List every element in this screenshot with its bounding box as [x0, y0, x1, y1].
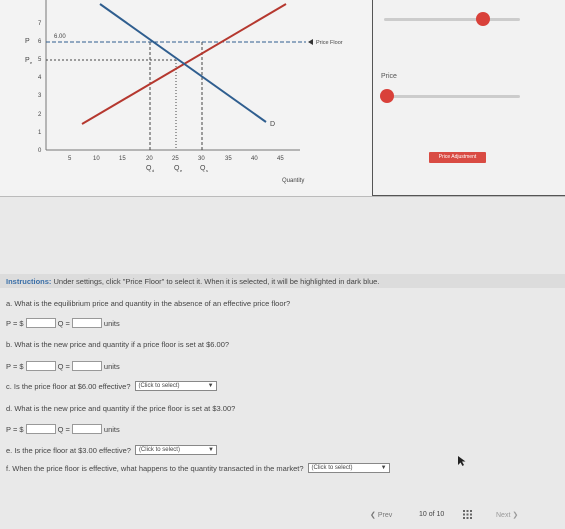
price-slider-track[interactable] [384, 95, 520, 98]
question-c-row: c. Is the price floor at $6.00 effective… [6, 381, 217, 391]
select-value: (Click to select) [138, 383, 180, 389]
qs-subscript: s [206, 168, 208, 173]
graph-svg: 7 6 5 4 3 2 1 0 P P e 5 10 15 20 25 30 3… [25, 0, 343, 184]
question-f-row: f. When the price floor is effective, wh… [6, 463, 390, 473]
question-c: c. Is the price floor at $6.00 effective… [6, 381, 131, 391]
price-slider-label: Price [381, 73, 397, 80]
y-tick: 4 [38, 75, 42, 81]
qe-subscript: e [180, 168, 183, 173]
x-tick: 10 [93, 156, 100, 162]
question-e: e. Is the price floor at $3.00 effective… [6, 445, 131, 455]
chevron-down-icon: ▼ [207, 447, 214, 453]
supply-demand-graph[interactable]: 7 6 5 4 3 2 1 0 P P e 5 10 15 20 25 30 3… [0, 0, 370, 196]
answer-row-d: P = $ Q = units [6, 424, 120, 434]
quantity-input-a[interactable] [71, 318, 102, 328]
mouse-cursor-icon [458, 456, 466, 466]
next-button[interactable]: Next ❯ [496, 511, 518, 519]
demand-curve[interactable] [99, 3, 267, 123]
units-label: units [103, 318, 120, 328]
price-input-d[interactable] [25, 424, 56, 434]
quantity-answer-label: Q = [57, 318, 70, 328]
chevron-down-icon: ▼ [207, 383, 214, 389]
next-label: Next [496, 512, 511, 519]
x-tick: 25 [172, 156, 179, 162]
quantity-change-select-f[interactable]: (Click to select) ▼ [307, 463, 390, 473]
y-tick: 7 [38, 21, 42, 27]
x-tick: 5 [68, 156, 72, 162]
answer-row-b: P = $ Q = units [6, 361, 120, 371]
effective-select-e[interactable]: (Click to select) ▼ [134, 445, 217, 455]
price-floor-slider-track[interactable] [384, 18, 520, 21]
graph-panel: 7 6 5 4 3 2 1 0 P P e 5 10 15 20 25 30 3… [0, 0, 565, 196]
price-floor-arrow-icon [308, 39, 313, 45]
units-label: units [103, 361, 120, 371]
price-answer-label: P = $ [6, 361, 24, 371]
quantity-answer-label: Q = [57, 424, 70, 434]
section-divider [0, 196, 565, 197]
question-b: b. What is the new price and quantity if… [6, 340, 230, 349]
y-tick: 5 [38, 57, 42, 63]
units-label: units [103, 424, 120, 434]
price-floor-slider-thumb[interactable] [476, 12, 490, 26]
x-tick: 20 [146, 156, 153, 162]
price-settings-panel [372, 0, 565, 196]
instructions-text: Under settings, click "Price Floor" to s… [51, 277, 380, 286]
question-a: a. What is the equilibrium price and qua… [6, 299, 291, 308]
quantity-answer-label: Q = [57, 361, 70, 371]
x-tick: 35 [225, 156, 232, 162]
x-axis-title: Quantity [282, 178, 304, 184]
price-answer-label: P = $ [6, 424, 24, 434]
grid-menu-icon[interactable] [463, 510, 472, 519]
price-floor-label: Price Floor [316, 40, 343, 46]
quantity-input-d[interactable] [71, 424, 102, 434]
prev-button[interactable]: ❮ Prev [370, 511, 392, 519]
pe-subscript: e [30, 60, 33, 65]
quantity-input-b[interactable] [71, 361, 102, 371]
select-value: (Click to select) [138, 447, 180, 453]
qd-subscript: d [152, 168, 154, 173]
y-tick: 2 [38, 112, 42, 118]
x-tick: 45 [277, 156, 284, 162]
answer-row-a: P = $ Q = units [6, 318, 120, 328]
x-tick: 30 [198, 156, 205, 162]
price-input-b[interactable] [25, 361, 56, 371]
y-tick: 6 [38, 39, 42, 45]
chevron-down-icon: ▼ [380, 465, 387, 471]
demand-label: D [270, 121, 275, 128]
question-f: f. When the price floor is effective, wh… [6, 463, 304, 473]
page-indicator: 10 of 10 [419, 511, 445, 518]
price-floor-value: 6.00 [54, 34, 66, 40]
x-tick: 40 [251, 156, 258, 162]
price-adjustment-button[interactable]: Price Adjustment [429, 152, 486, 163]
price-slider-thumb[interactable] [380, 89, 394, 103]
price-answer-label: P = $ [6, 318, 24, 328]
y-tick: 0 [38, 148, 42, 154]
price-axis-label: P [25, 38, 30, 45]
prev-label: Prev [377, 512, 393, 519]
y-tick: 1 [38, 130, 42, 136]
price-input-a[interactable] [25, 318, 56, 328]
instructions-prefix: Instructions: [6, 277, 52, 286]
x-tick: 15 [119, 156, 126, 162]
effective-select-c[interactable]: (Click to select) ▼ [134, 381, 217, 391]
instructions-bar: Instructions: Under settings, click "Pri… [0, 274, 565, 288]
y-tick: 3 [38, 93, 42, 99]
question-d: d. What is the new price and quantity if… [6, 404, 236, 413]
select-value: (Click to select) [311, 465, 353, 471]
question-e-row: e. Is the price floor at $3.00 effective… [6, 445, 217, 455]
